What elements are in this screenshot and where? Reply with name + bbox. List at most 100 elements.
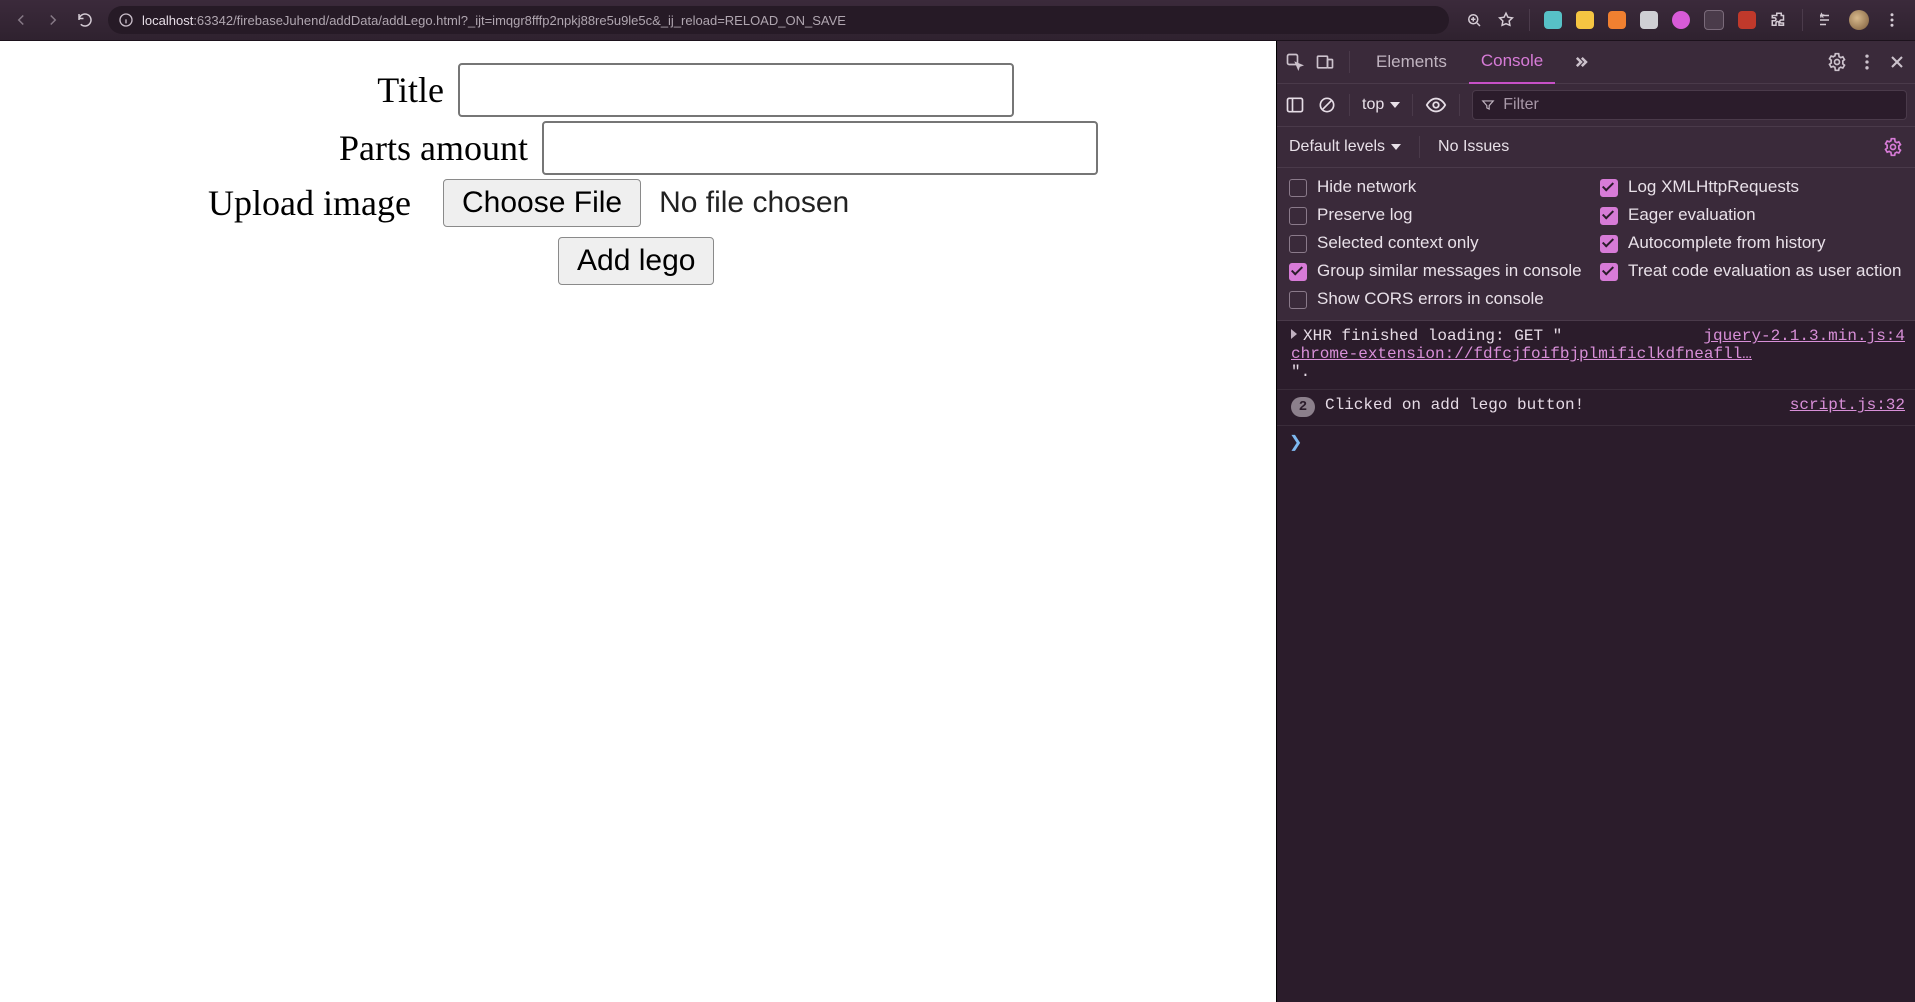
console-setting-label: Group similar messages in console <box>1317 260 1582 282</box>
expand-triangle-icon[interactable] <box>1291 329 1297 339</box>
back-icon[interactable] <box>12 11 30 29</box>
context-selector[interactable]: top <box>1362 96 1400 114</box>
extension-icon[interactable] <box>1672 11 1690 29</box>
log-source-link[interactable]: jquery-2.1.3.min.js:4 <box>1703 327 1905 345</box>
log-text: ". <box>1291 363 1310 381</box>
console-setting[interactable]: Log XMLHttpRequests <box>1600 176 1903 198</box>
console-setting-label: Log XMLHttpRequests <box>1628 176 1799 198</box>
console-setting-label: Autocomplete from history <box>1628 232 1825 254</box>
extension-icon[interactable] <box>1608 11 1626 29</box>
extension-icon[interactable] <box>1576 11 1594 29</box>
console-setting-label: Eager evaluation <box>1628 204 1756 226</box>
extensions-icon[interactable] <box>1770 11 1788 29</box>
title-label: Title <box>0 69 458 111</box>
checkbox-icon[interactable] <box>1289 207 1307 225</box>
chevron-down-icon <box>1390 102 1400 108</box>
settings-gear-icon[interactable] <box>1827 52 1847 72</box>
separator <box>1459 94 1460 116</box>
extension-icon[interactable] <box>1544 11 1562 29</box>
log-entry-xhr: jquery-2.1.3.min.js:4 XHR finished loadi… <box>1277 321 1915 390</box>
console-prompt[interactable]: ❯ <box>1277 426 1915 458</box>
log-source-link[interactable]: script.js:32 <box>1790 396 1905 414</box>
log-text: Clicked on add lego button! <box>1325 396 1584 414</box>
devtools-menu-icon[interactable] <box>1857 52 1877 72</box>
console-setting[interactable]: Eager evaluation <box>1600 204 1903 226</box>
console-setting[interactable]: Preserve log <box>1289 204 1592 226</box>
filter-placeholder: Filter <box>1503 96 1539 114</box>
extension-icon[interactable] <box>1640 11 1658 29</box>
separator <box>1802 9 1803 31</box>
address-bar[interactable]: localhost:63342/firebaseJuhend/addData/a… <box>108 6 1449 34</box>
more-tabs-icon[interactable] <box>1571 52 1591 72</box>
toggle-sidebar-icon[interactable] <box>1285 95 1305 115</box>
checkbox-icon[interactable] <box>1600 235 1618 253</box>
separator <box>1419 136 1420 158</box>
forward-icon[interactable] <box>44 11 62 29</box>
console-setting[interactable]: Hide network <box>1289 176 1592 198</box>
devtools-panel: Elements Console <box>1276 41 1915 1002</box>
log-text: XHR finished loading: GET " <box>1303 327 1562 345</box>
console-log: jquery-2.1.3.min.js:4 XHR finished loadi… <box>1277 321 1915 1002</box>
console-setting-label: Preserve log <box>1317 204 1412 226</box>
log-level-selector[interactable]: Default levels <box>1289 138 1401 156</box>
checkbox-icon[interactable] <box>1600 207 1618 225</box>
star-icon[interactable] <box>1497 11 1515 29</box>
console-setting-label: Hide network <box>1317 176 1416 198</box>
close-devtools-icon[interactable] <box>1887 52 1907 72</box>
separator <box>1349 51 1350 73</box>
tab-elements[interactable]: Elements <box>1364 41 1459 83</box>
console-setting[interactable]: Group similar messages in console <box>1289 260 1592 282</box>
reload-icon[interactable] <box>76 11 94 29</box>
console-levels-bar: Default levels No Issues <box>1277 127 1915 168</box>
separator <box>1412 94 1413 116</box>
chrome-menu-icon[interactable] <box>1883 11 1901 29</box>
console-setting-label: Treat code evaluation as user action <box>1628 260 1901 282</box>
device-toggle-icon[interactable] <box>1315 52 1335 72</box>
console-setting[interactable]: Show CORS errors in console <box>1289 288 1592 310</box>
checkbox-icon[interactable] <box>1289 179 1307 197</box>
reading-list-icon[interactable] <box>1817 11 1835 29</box>
console-setting[interactable]: Treat code evaluation as user action <box>1600 260 1903 282</box>
issues-label: No Issues <box>1438 138 1509 156</box>
funnel-icon <box>1481 98 1495 112</box>
live-expression-icon[interactable] <box>1425 94 1447 116</box>
profile-avatar[interactable] <box>1849 10 1869 30</box>
browser-toolbar: localhost:63342/firebaseJuhend/addData/a… <box>0 0 1915 41</box>
add-lego-button[interactable]: Add lego <box>558 237 714 285</box>
prompt-caret-icon: ❯ <box>1289 434 1302 452</box>
parts-amount-label: Parts amount <box>0 127 542 169</box>
parts-amount-input[interactable] <box>542 121 1098 175</box>
choose-file-button[interactable]: Choose File <box>443 179 641 227</box>
zoom-icon[interactable] <box>1465 11 1483 29</box>
toolbar-right <box>1459 9 1907 31</box>
console-setting[interactable]: Selected context only <box>1289 232 1592 254</box>
context-selector-label: top <box>1362 96 1384 114</box>
clear-console-icon[interactable] <box>1317 95 1337 115</box>
log-count-badge: 2 <box>1291 397 1315 417</box>
nav-buttons <box>8 11 98 29</box>
checkbox-icon[interactable] <box>1600 179 1618 197</box>
console-settings-gear-icon[interactable] <box>1883 137 1903 157</box>
log-url-link[interactable]: chrome-extension://fdfcjfoifbjplmificlkd… <box>1291 345 1752 363</box>
tab-console[interactable]: Console <box>1469 40 1555 85</box>
site-info-icon[interactable] <box>118 12 134 28</box>
url-rest: :63342/firebaseJuhend/addData/addLego.ht… <box>193 13 846 28</box>
console-filter-input[interactable]: Filter <box>1472 90 1907 120</box>
inspect-icon[interactable] <box>1285 52 1305 72</box>
checkbox-icon[interactable] <box>1289 263 1307 281</box>
console-setting-label: Show CORS errors in console <box>1317 288 1544 310</box>
devtools-tabbar: Elements Console <box>1277 41 1915 84</box>
checkbox-icon[interactable] <box>1289 235 1307 253</box>
chevron-down-icon <box>1391 144 1401 150</box>
console-setting-label: Selected context only <box>1317 232 1479 254</box>
console-setting[interactable]: Autocomplete from history <box>1600 232 1903 254</box>
extension-icon[interactable] <box>1704 10 1724 30</box>
checkbox-icon[interactable] <box>1600 263 1618 281</box>
extension-icon[interactable] <box>1738 11 1756 29</box>
log-level-label: Default levels <box>1289 138 1385 156</box>
add-lego-form: Title Parts amount Upload image Choose F… <box>0 41 1276 285</box>
title-input[interactable] <box>458 63 1014 117</box>
url-host: localhost <box>142 13 193 28</box>
log-entry-click: 2 script.js:32 Clicked on add lego butto… <box>1277 390 1915 426</box>
checkbox-icon[interactable] <box>1289 291 1307 309</box>
